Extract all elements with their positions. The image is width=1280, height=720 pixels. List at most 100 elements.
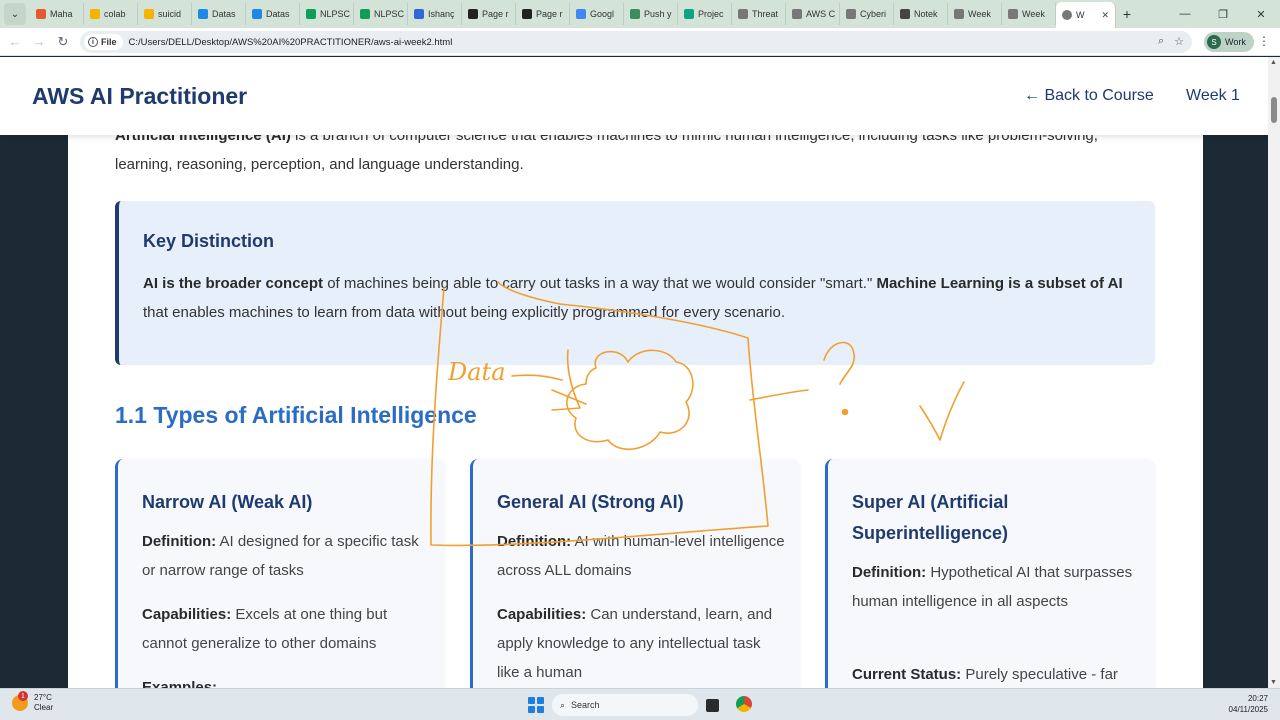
browser-tab-active[interactable]: W ✕ <box>1056 2 1116 28</box>
card-examples: Examples: <box>142 673 432 688</box>
profile-button[interactable]: S Work <box>1204 32 1254 52</box>
tab-search-button[interactable]: ⌄ <box>4 3 26 25</box>
browser-tab[interactable]: Threat <box>732 3 786 25</box>
tab-favicon-icon <box>36 9 46 19</box>
browser-tab[interactable]: Week <box>948 3 1002 25</box>
card-capabilities: Capabilities: Excels at one thing but ca… <box>142 600 432 658</box>
bookmark-star-icon[interactable]: ☆ <box>1174 35 1184 48</box>
weather-condition: Clear <box>34 703 54 712</box>
callout-text-2: that enables machines to learn from data… <box>143 304 785 321</box>
browser-tab[interactable]: Projec <box>678 3 732 25</box>
weather-sun-icon: 1 <box>12 691 28 711</box>
tab-label: Threat <box>752 9 779 19</box>
card-status: Current Status: Purely speculative - far <box>852 660 1142 688</box>
tab-favicon-icon <box>738 9 748 19</box>
tab-label: Page r <box>536 9 563 19</box>
more-menu-icon[interactable]: ⋮ <box>1258 34 1270 48</box>
tab-label: Cyberi <box>860 9 887 19</box>
weather-widget[interactable]: 1 27°C Clear <box>12 691 54 713</box>
status-label: Current Status: <box>852 666 962 683</box>
scroll-up-icon[interactable]: ▲ <box>1270 59 1277 66</box>
close-tab-icon[interactable]: ✕ <box>1101 10 1109 21</box>
tab-label: AWS C <box>806 9 836 19</box>
chrome-icon[interactable] <box>736 696 752 712</box>
browser-tab[interactable]: AWS C <box>786 3 840 25</box>
profile-label: Work <box>1225 37 1246 47</box>
card-title: Narrow AI (Weak AI) <box>142 492 313 512</box>
tab-label: Push y <box>644 9 672 19</box>
close-window-button[interactable]: ✕ <box>1242 0 1280 28</box>
tab-favicon-icon <box>198 9 208 19</box>
week-nav-link[interactable]: Week 1 <box>1186 87 1240 105</box>
callout-text-1: of machines being able to carry out task… <box>323 275 877 292</box>
start-button[interactable] <box>528 697 544 713</box>
tab-label: Notek <box>914 9 938 19</box>
browser-tab[interactable]: Page r <box>516 3 570 25</box>
tab-label: Datas <box>266 9 290 19</box>
tab-label: Week <box>1022 9 1045 19</box>
card-capabilities: Capabilities: Can understand, learn, and… <box>497 600 787 687</box>
card-definition: Definition: Hypothetical AI that surpass… <box>852 558 1142 616</box>
task-view-icon[interactable] <box>706 699 719 712</box>
reload-icon[interactable]: ↻ <box>51 30 75 54</box>
callout-bold-1: AI is the broader concept <box>143 275 324 292</box>
tab-label: NLPSC <box>320 9 351 19</box>
maximize-button[interactable]: ❐ <box>1204 0 1242 28</box>
tab-label: NLPSC <box>374 9 405 19</box>
back-icon[interactable]: ← <box>3 30 27 54</box>
tab-favicon-icon <box>414 9 424 19</box>
scrollbar-thumb[interactable] <box>1271 97 1277 123</box>
browser-tab[interactable]: NLPSC <box>354 3 408 25</box>
zoom-icon[interactable]: ⌕ <box>1158 35 1164 48</box>
main-content: Artificial Intelligence (AI) is a branch… <box>68 57 1203 688</box>
taskbar-search-placeholder: Search <box>571 700 600 710</box>
minimize-button[interactable]: — <box>1166 0 1204 28</box>
browser-tab[interactable]: Googl <box>570 3 624 25</box>
tab-favicon-icon <box>360 9 370 19</box>
tab-label: Datas <box>212 9 236 19</box>
browser-tab[interactable]: Maha <box>30 3 84 25</box>
system-clock[interactable]: 20:27 04/11/2025 <box>1229 693 1268 715</box>
tab-favicon-icon <box>1062 10 1072 20</box>
browser-tab[interactable]: suicid <box>138 3 192 25</box>
callout-text: AI is the broader concept of machines be… <box>143 269 1133 327</box>
browser-tab[interactable]: Notek <box>894 3 948 25</box>
card-general-ai: General AI (Strong AI) Definition: AI wi… <box>470 459 800 688</box>
tab-favicon-icon <box>144 9 154 19</box>
tab-favicon-icon <box>522 9 532 19</box>
tab-favicon-icon <box>252 9 262 19</box>
taskbar-search[interactable]: ⌕ Search <box>552 694 698 716</box>
scroll-down-icon[interactable]: ▼ <box>1270 679 1277 686</box>
browser-tab[interactable]: Week <box>1002 3 1056 25</box>
browser-tab[interactable]: Cyberi <box>840 3 894 25</box>
browser-tab[interactable]: NLPSC <box>300 3 354 25</box>
url-text[interactable]: C:/Users/DELL/Desktop/AWS%20AI%20PRACTIT… <box>129 37 453 48</box>
browser-tab[interactable]: Page r <box>462 3 516 25</box>
browser-tab[interactable]: Ishanç <box>408 3 462 25</box>
examples-label: Examples: <box>142 679 218 688</box>
avatar: S <box>1207 35 1221 49</box>
definition-label: Definition: <box>142 533 217 550</box>
forward-icon[interactable]: → <box>27 30 51 54</box>
clock-date: 04/11/2025 <box>1228 705 1268 714</box>
page-scrollbar[interactable]: ▲ ▼ <box>1268 57 1280 688</box>
card-narrow-ai: Narrow AI (Weak AI) Definition: AI desig… <box>115 459 445 688</box>
tab-label: colab <box>104 9 126 19</box>
card-definition: Definition: AI with human-level intellig… <box>497 527 787 585</box>
back-to-course-link[interactable]: ← Back to Course <box>1024 87 1154 105</box>
browser-tab[interactable]: Datas <box>192 3 246 25</box>
browser-tab[interactable]: Datas <box>246 3 300 25</box>
tab-favicon-icon <box>954 9 964 19</box>
card-definition: Definition: AI designed for a specific t… <box>142 527 432 585</box>
card-title: General AI (Strong AI) <box>497 492 684 512</box>
site-title: AWS AI Practitioner <box>32 83 248 109</box>
status-text: Purely speculative - far <box>961 666 1118 683</box>
taskbar: 1 27°C Clear ⌕ Search 20:27 04/11/2025 <box>0 688 1280 720</box>
browser-tab[interactable]: colab <box>84 3 138 25</box>
browser-tab[interactable]: Push y <box>624 3 678 25</box>
search-icon: ⌕ <box>560 699 566 710</box>
new-tab-button[interactable]: + <box>1116 6 1138 22</box>
address-bar[interactable]: i File C:/Users/DELL/Desktop/AWS%20AI%20… <box>80 31 1192 53</box>
site-info-chip[interactable]: i File <box>84 34 123 50</box>
tab-favicon-icon <box>576 9 586 19</box>
